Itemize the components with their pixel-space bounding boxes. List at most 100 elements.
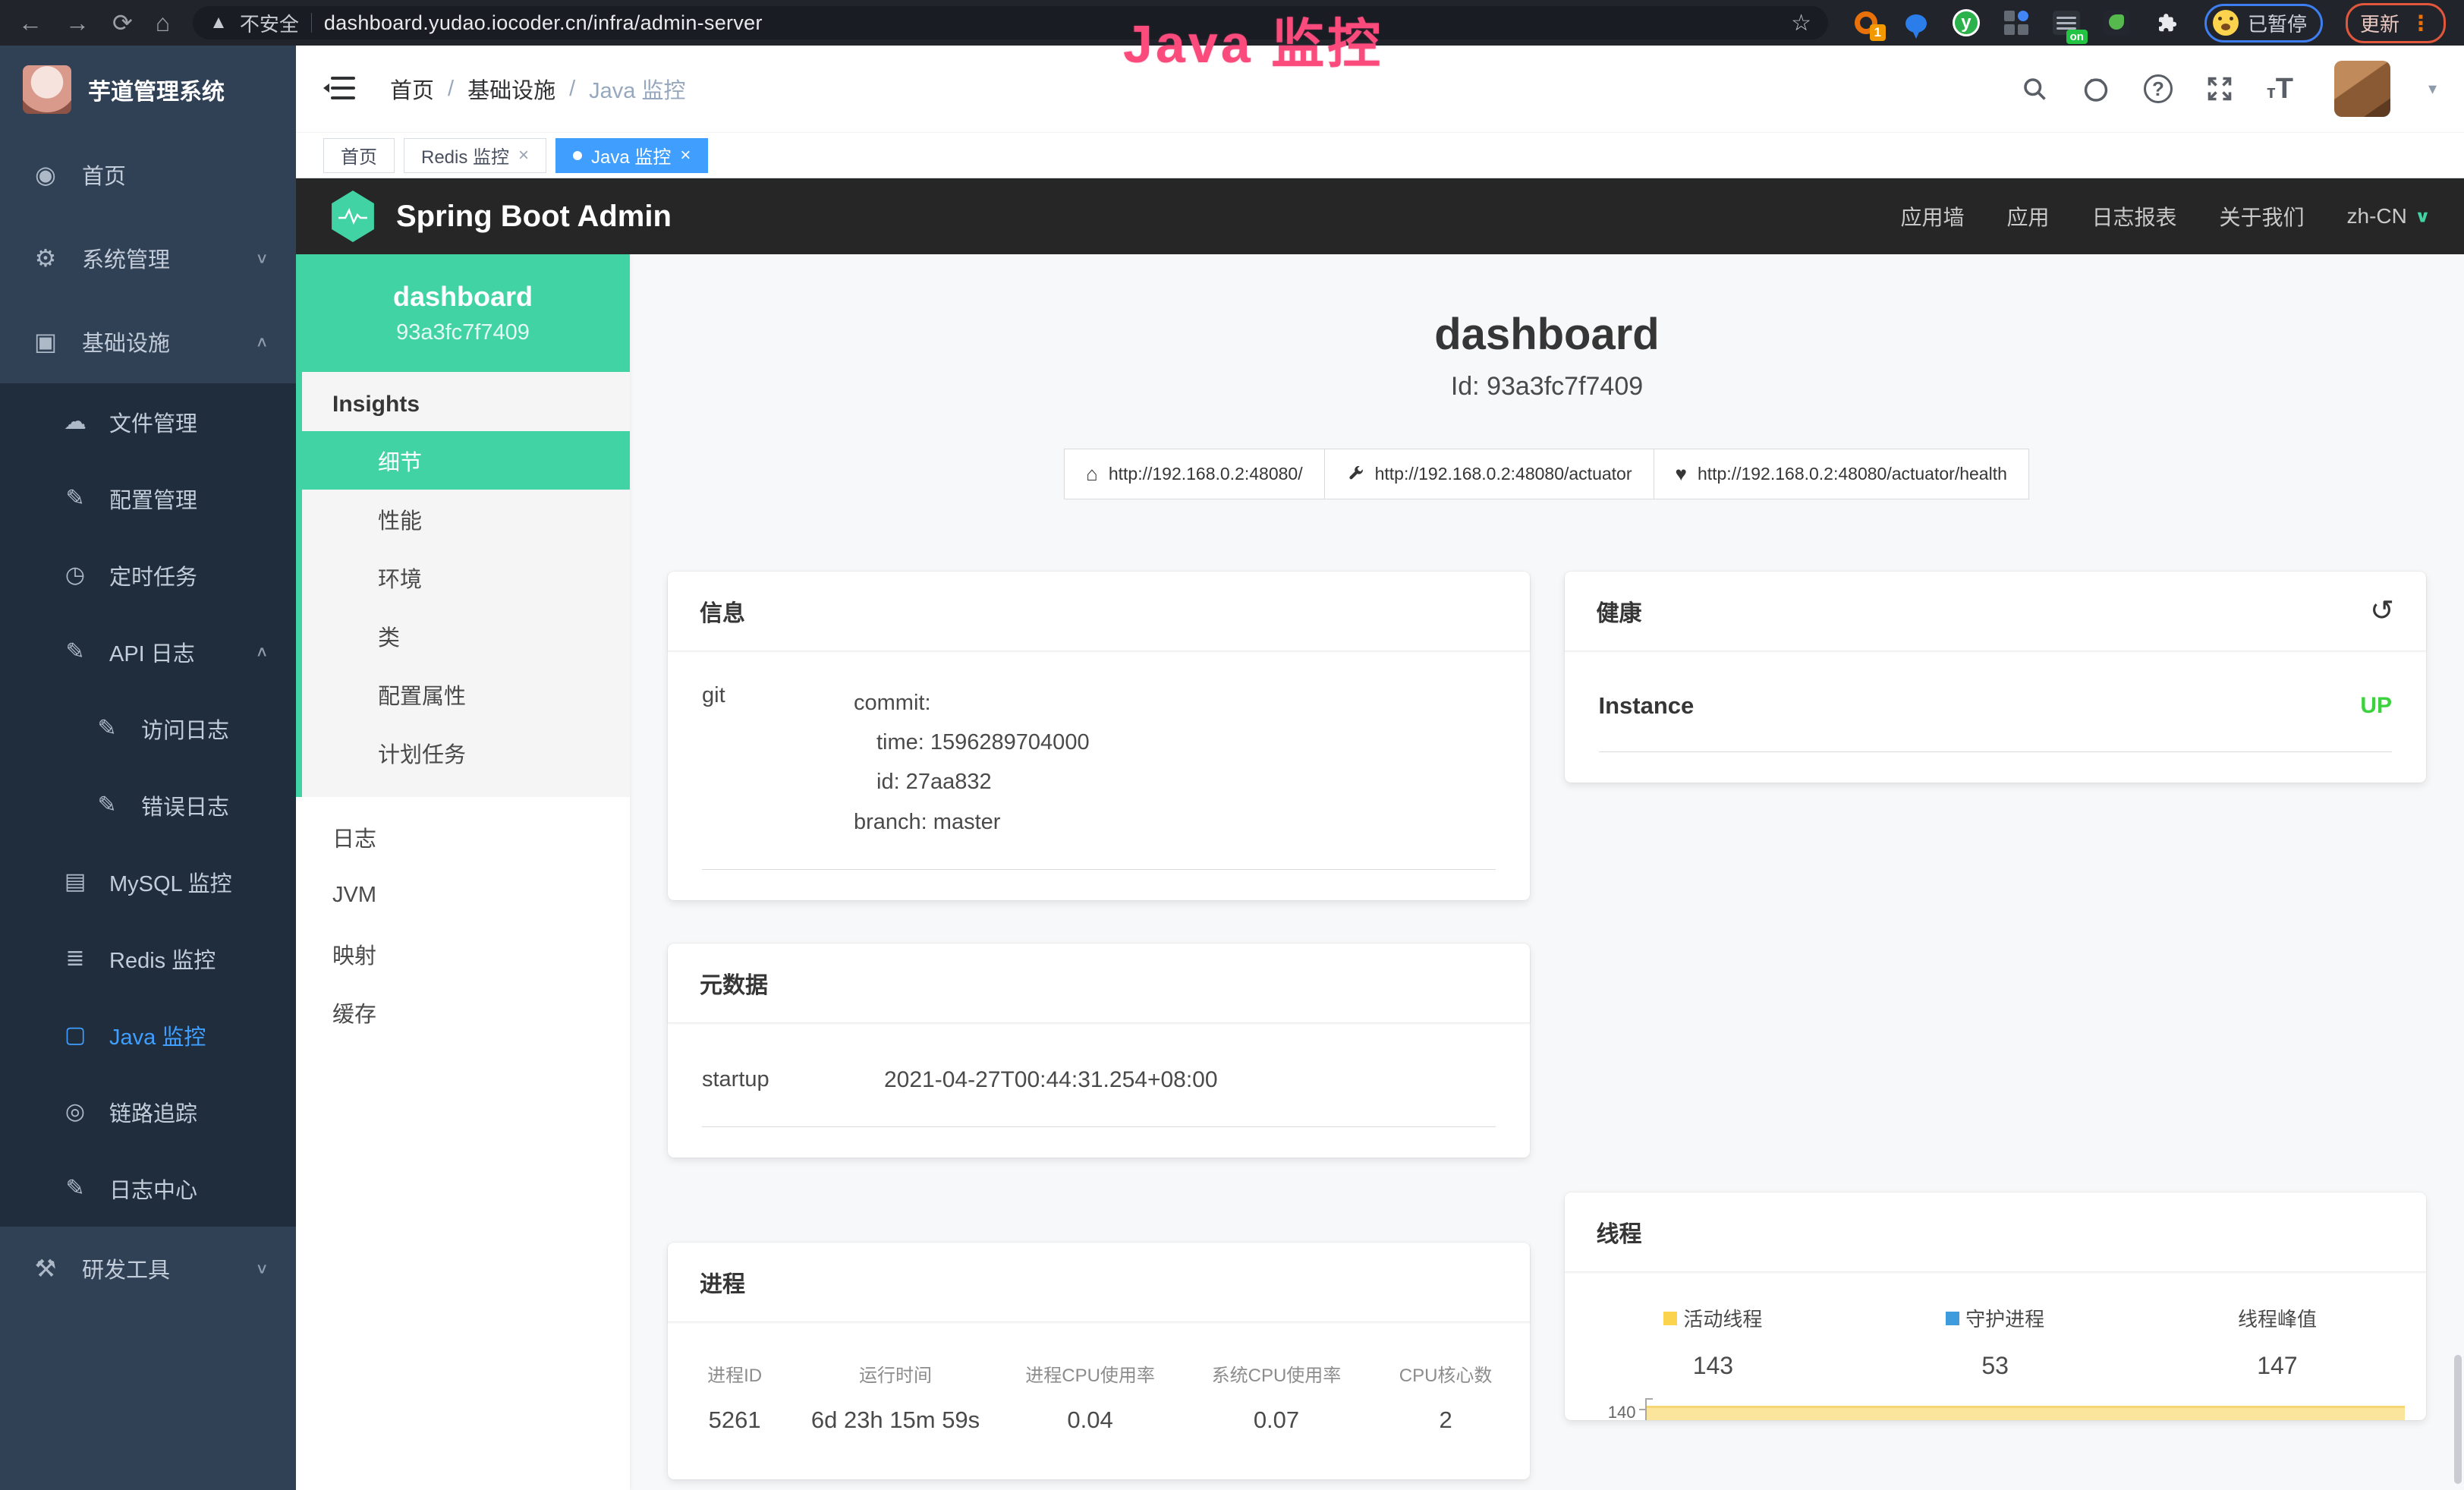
menu-item-mappings[interactable]: 映射 bbox=[296, 925, 630, 983]
back-icon[interactable]: ← bbox=[18, 11, 42, 35]
sidebar-item-dev-tools[interactable]: ⚒ 研发工具 ∨ bbox=[0, 1227, 296, 1310]
tab-redis-monitor[interactable]: Redis 监控 × bbox=[404, 138, 546, 173]
menu-item-metrics[interactable]: 性能 bbox=[302, 490, 630, 548]
menu-item-logs[interactable]: 日志 bbox=[296, 808, 630, 866]
page-title: dashboard bbox=[630, 309, 2464, 360]
sidebar-item-log-center[interactable]: ✎ 日志中心 bbox=[0, 1150, 296, 1227]
tab-java-monitor[interactable]: Java 监控 × bbox=[555, 138, 708, 173]
sba-brand[interactable]: Spring Boot Admin bbox=[396, 200, 672, 234]
sidebar-item-tracing[interactable]: ◎ 链路追踪 bbox=[0, 1073, 296, 1150]
bookmark-star-icon[interactable]: ☆ bbox=[1791, 10, 1811, 36]
browser-menu-icon[interactable]: ⋮ bbox=[2410, 11, 2431, 36]
font-size-icon[interactable]: ᴛT bbox=[2267, 73, 2293, 106]
health-url-link[interactable]: ♥ http://192.168.0.2:48080/actuator/heal… bbox=[1654, 449, 2029, 499]
extension-ring-icon[interactable]: 1 bbox=[1851, 8, 1881, 38]
emoji-face-icon bbox=[2213, 10, 2239, 36]
health-row-instance[interactable]: Instance UP bbox=[1599, 683, 2393, 752]
github-icon[interactable] bbox=[2082, 74, 2110, 103]
sidebar-item-config-manage[interactable]: ✎ 配置管理 bbox=[0, 460, 296, 537]
sidebar-item-error-log[interactable]: ✎ 错误日志 bbox=[0, 767, 296, 843]
security-label[interactable]: 不安全 bbox=[240, 9, 299, 37]
menu-item-jvm[interactable]: JVM bbox=[296, 866, 630, 925]
y-tick-140: 140 bbox=[1592, 1404, 1636, 1420]
metadata-value: 2021-04-27T00:44:31.254+08:00 bbox=[884, 1067, 1218, 1093]
locale-select[interactable]: zh-CN ∨ bbox=[2347, 204, 2431, 228]
update-button[interactable]: 更新 ⋮ bbox=[2346, 3, 2446, 43]
active-dot-icon bbox=[573, 151, 582, 160]
chevron-down-icon: ∨ bbox=[255, 1259, 269, 1277]
monitor-icon: ▣ bbox=[30, 327, 61, 356]
screen: ← → ⟳ ⌂ ▲ 不安全 dashboard.yudao.iocoder.cn… bbox=[0, 0, 2464, 1490]
sba-link-journal[interactable]: 日志报表 bbox=[2092, 201, 2177, 232]
edit-icon: ✎ bbox=[61, 485, 90, 512]
stat-daemon-threads: 守护进程 53 bbox=[1854, 1304, 2136, 1380]
sba-link-wallboard[interactable]: 应用墙 bbox=[1900, 201, 1964, 232]
sidebar-item-redis-monitor[interactable]: ≣ Redis 监控 bbox=[0, 920, 296, 997]
log-icon: ✎ bbox=[93, 715, 121, 742]
extensions-puzzle-icon[interactable] bbox=[2151, 8, 2182, 38]
instance-sidebar: dashboard 93a3fc7f7409 Insights 细节 性能 环境… bbox=[296, 254, 630, 1490]
sba-nav-links: 应用墙 应用 日志报表 关于我们 zh-CN ∨ bbox=[1900, 201, 2431, 232]
log-icon: ✎ bbox=[93, 792, 121, 818]
home-icon[interactable]: ⌂ bbox=[156, 11, 170, 35]
thread-stats: 活动线程 143 守护进程 53 线程峰值 147 bbox=[1565, 1272, 2427, 1380]
url-text[interactable]: dashboard.yudao.iocoder.cn/infra/admin-s… bbox=[324, 11, 1779, 35]
extension-y-icon[interactable]: y bbox=[1951, 8, 1981, 38]
address-bar[interactable]: ▲ 不安全 dashboard.yudao.iocoder.cn/infra/a… bbox=[193, 6, 1828, 39]
tab-home[interactable]: 首页 bbox=[323, 138, 395, 173]
search-icon[interactable] bbox=[2021, 75, 2048, 102]
extension-translate-icon[interactable]: on bbox=[2051, 8, 2082, 38]
menu-item-classes[interactable]: 类 bbox=[302, 606, 630, 665]
help-icon[interactable]: ? bbox=[2144, 74, 2173, 103]
collapse-sidebar-icon[interactable] bbox=[323, 75, 355, 102]
app-logo: 芋道管理系统 bbox=[0, 46, 296, 133]
menu-item-caches[interactable]: 缓存 bbox=[296, 983, 630, 1041]
sidebar-item-infra[interactable]: ▣ 基础设施 ∧ bbox=[0, 300, 296, 383]
breadcrumb-home[interactable]: 首页 bbox=[390, 73, 434, 105]
forward-icon[interactable]: → bbox=[65, 11, 90, 35]
menu-item-environment[interactable]: 环境 bbox=[302, 548, 630, 606]
page-scrollbar[interactable] bbox=[2454, 1355, 2462, 1484]
extension-badge: 1 bbox=[1870, 24, 1886, 41]
info-card-title: 信息 bbox=[700, 594, 745, 628]
screen-icon: ▢ bbox=[61, 1022, 90, 1048]
actuator-url-link[interactable]: http://192.168.0.2:48080/actuator bbox=[1324, 449, 1654, 499]
breadcrumb-infra[interactable]: 基础设施 bbox=[467, 73, 555, 105]
extensions-row: 1 y on bbox=[1851, 8, 2182, 38]
extension-leaf-icon[interactable] bbox=[2101, 8, 2132, 38]
sidebar-item-mysql-monitor[interactable]: ▤ MySQL 监控 bbox=[0, 843, 296, 920]
user-avatar[interactable] bbox=[2334, 61, 2390, 117]
warning-icon: ▲ bbox=[209, 12, 228, 33]
close-icon[interactable]: × bbox=[518, 145, 529, 166]
menu-item-details[interactable]: 细节 bbox=[296, 431, 630, 490]
logo-avatar bbox=[23, 65, 71, 114]
extension-pin-icon[interactable] bbox=[1901, 8, 1931, 38]
instance-name: dashboard bbox=[393, 281, 533, 313]
info-key: git bbox=[702, 683, 854, 842]
legend-yellow-square bbox=[1663, 1312, 1677, 1325]
sba-link-applications[interactable]: 应用 bbox=[2006, 201, 2049, 232]
fullscreen-icon[interactable] bbox=[2206, 75, 2233, 102]
service-url-link[interactable]: ⌂ http://192.168.0.2:48080/ bbox=[1064, 449, 1325, 499]
sidebar-item-cron-job[interactable]: ◷ 定时任务 bbox=[0, 537, 296, 613]
menu-item-config-props[interactable]: 配置属性 bbox=[302, 665, 630, 723]
avatar-caret-icon[interactable]: ▾ bbox=[2428, 79, 2437, 99]
reload-icon[interactable]: ⟳ bbox=[112, 11, 133, 35]
page-subtitle: Id: 93a3fc7f7409 bbox=[630, 372, 2464, 402]
tabs-bar: 首页 Redis 监控 × Java 监控 × bbox=[296, 133, 2464, 178]
history-icon[interactable]: ↺ bbox=[2370, 597, 2394, 625]
sidebar-item-file-manage[interactable]: ☁ 文件管理 bbox=[0, 383, 296, 460]
sidebar-item-api-log[interactable]: ✎ API 日志 ∧ bbox=[0, 613, 296, 690]
sidebar-item-system[interactable]: ⚙ 系统管理 ∨ bbox=[0, 216, 296, 300]
paused-chip[interactable]: 已暂停 bbox=[2204, 4, 2323, 43]
menu-item-scheduled-tasks[interactable]: 计划任务 bbox=[302, 723, 630, 782]
sidebar-item-access-log[interactable]: ✎ 访问日志 bbox=[0, 690, 296, 767]
sidebar-item-java-monitor[interactable]: ▢ Java 监控 bbox=[0, 997, 296, 1073]
close-icon[interactable]: × bbox=[680, 145, 691, 166]
insights-group: Insights 细节 性能 环境 类 配置属性 计划任务 bbox=[296, 372, 630, 797]
extension-grid-icon[interactable] bbox=[2001, 8, 2031, 38]
wrench-icon bbox=[1346, 465, 1364, 484]
admin-sidebar: 芋道管理系统 ◉ 首页 ⚙ 系统管理 ∨ ▣ 基础设施 ∧ ☁ 文件管理 ✎ 配… bbox=[0, 46, 296, 1490]
sba-link-about[interactable]: 关于我们 bbox=[2220, 201, 2305, 232]
sidebar-item-home[interactable]: ◉ 首页 bbox=[0, 133, 296, 216]
